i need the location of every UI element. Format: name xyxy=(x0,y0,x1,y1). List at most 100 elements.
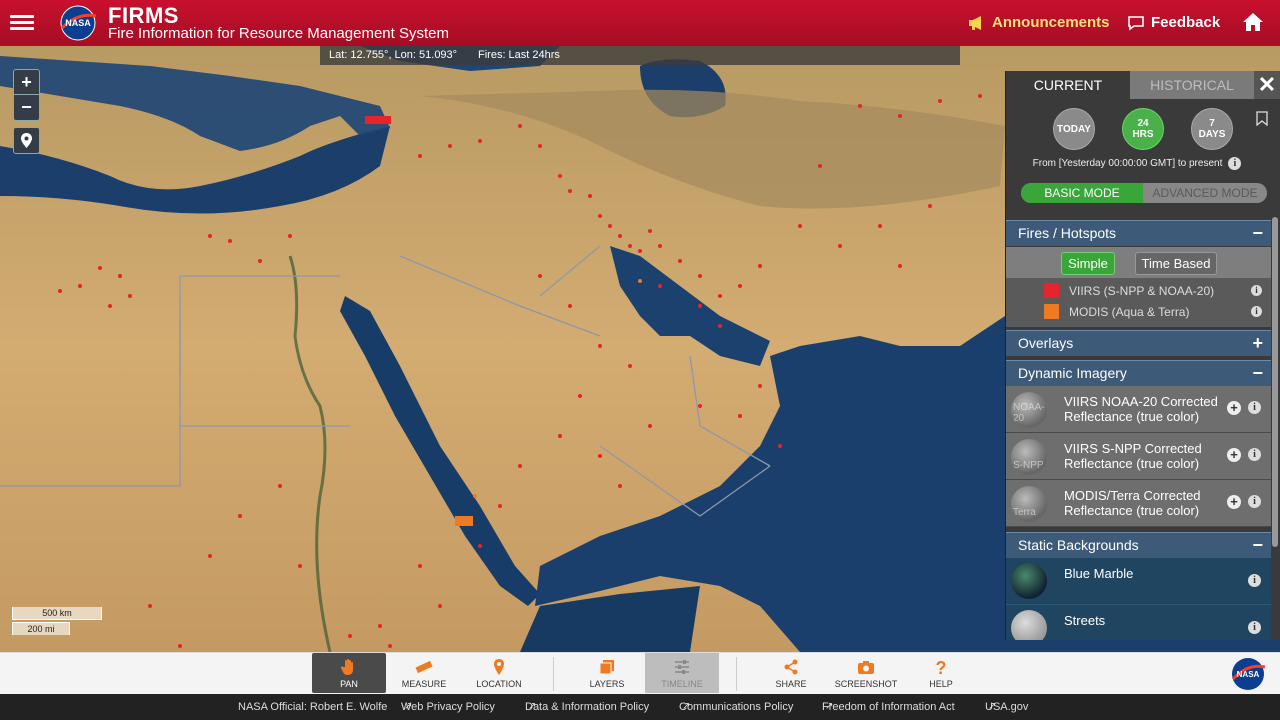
imagery-name: VIIRS NOAA-20 Corrected Reflectance (tru… xyxy=(1064,394,1218,424)
section-static-title: Static Backgrounds xyxy=(1018,537,1139,553)
modis-swatch xyxy=(1044,304,1059,319)
scale-mi: 200 mi xyxy=(12,622,70,635)
imagery-item[interactable]: S-NPP VIIRS S-NPP Corrected Reflectance … xyxy=(1006,433,1271,480)
map-pin-icon xyxy=(494,659,504,675)
info-icon[interactable]: i xyxy=(1248,401,1261,414)
tab-historical[interactable]: HISTORICAL xyxy=(1130,71,1254,99)
section-dynamic-imagery[interactable]: Dynamic Imagery − xyxy=(1006,360,1271,386)
section-overlays-title: Overlays xyxy=(1018,335,1074,351)
zoom-in-button[interactable]: + xyxy=(14,70,39,95)
screenshot-button[interactable]: SCREENSHOT xyxy=(829,653,903,693)
share-label: SHARE xyxy=(775,679,807,689)
home-icon[interactable] xyxy=(1241,11,1265,33)
pan-label: PAN xyxy=(340,679,358,689)
modis-label: MODIS (Aqua & Terra) xyxy=(1069,305,1190,319)
fires-section-body: Simple Time Based VIIRS (S-NPP & NOAA-20… xyxy=(1006,247,1271,327)
announcements-label: Announcements xyxy=(992,14,1110,31)
locate-button[interactable] xyxy=(13,127,40,154)
period-24hrs-button[interactable]: 24 HRS xyxy=(1122,108,1164,150)
zoom-out-button[interactable]: − xyxy=(14,95,39,120)
expand-icon[interactable]: + xyxy=(1252,331,1263,356)
info-icon[interactable]: i xyxy=(1248,495,1261,508)
period-today-button[interactable]: TODAY xyxy=(1053,108,1095,150)
timeline-button[interactable]: TIMELINE xyxy=(645,653,719,693)
page-footer: NASA Official: Robert E. Wolfe Web Priva… xyxy=(0,694,1280,720)
background-name: Streets xyxy=(1064,613,1106,628)
bottom-toolbar: PAN MEASURE LOCATION LAYERS TIMELINE SHA… xyxy=(0,652,1280,694)
background-name: Blue Marble xyxy=(1064,566,1134,581)
map-pin-icon xyxy=(21,133,32,148)
hand-icon xyxy=(340,659,353,675)
imagery-item[interactable]: NOAA-20 VIIRS NOAA-20 Corrected Reflecta… xyxy=(1006,386,1271,433)
nasa-official-text: NASA Official: Robert E. Wolfe xyxy=(238,701,388,713)
collapse-icon[interactable]: − xyxy=(1252,533,1263,558)
external-link-icon: ↗ xyxy=(528,701,537,712)
info-icon[interactable]: i xyxy=(1251,285,1262,296)
simple-button[interactable]: Simple xyxy=(1061,252,1115,275)
basic-mode-button[interactable]: BASIC MODE xyxy=(1021,183,1143,203)
measure-button[interactable]: MEASURE xyxy=(387,653,461,693)
section-static-backgrounds[interactable]: Static Backgrounds − xyxy=(1006,532,1271,558)
close-panel-button[interactable]: ✕ xyxy=(1256,73,1278,97)
imagery-name: MODIS/Terra Corrected Reflectance (true … xyxy=(1064,488,1201,518)
background-thumbnail xyxy=(1011,610,1047,640)
svg-text:NASA: NASA xyxy=(65,18,91,28)
camera-icon xyxy=(858,661,874,674)
layers-icon xyxy=(599,660,614,675)
layers-button[interactable]: LAYERS xyxy=(570,653,644,693)
date-range-text: From [Yesterday 00:00:00 GMT] to present… xyxy=(1006,157,1268,170)
nasa-meatball-logo: NASA xyxy=(1231,658,1266,690)
menu-icon[interactable] xyxy=(10,12,34,34)
bookmark-icon[interactable] xyxy=(1256,111,1268,126)
layers-label: LAYERS xyxy=(589,679,625,689)
latlon-readout: Lat: 12.755°, Lon: 51.093° xyxy=(329,49,458,61)
external-link-icon: ↗ xyxy=(404,701,413,712)
layers-panel: CURRENT HISTORICAL ✕ TODAY 24 HRS 7 DAYS F… xyxy=(1005,71,1280,640)
toolbar-divider xyxy=(736,657,737,691)
location-button[interactable]: LOCATION xyxy=(462,653,536,693)
section-fires-hotspots[interactable]: Fires / Hotspots − xyxy=(1006,220,1271,246)
tab-current[interactable]: CURRENT xyxy=(1006,71,1130,99)
svg-text:?: ? xyxy=(936,658,947,676)
background-item[interactable]: Streets i xyxy=(1006,605,1271,640)
viirs-swatch xyxy=(1044,283,1059,298)
share-button[interactable]: SHARE xyxy=(754,653,828,693)
info-icon[interactable]: i xyxy=(1251,306,1262,317)
advanced-mode-button[interactable]: ADVANCED MODE xyxy=(1143,183,1267,203)
background-item[interactable]: Blue Marble i xyxy=(1006,558,1271,605)
collapse-icon[interactable]: − xyxy=(1252,361,1263,386)
external-link-icon: ↗ xyxy=(682,701,691,712)
panel-scrollbar[interactable] xyxy=(1272,217,1278,547)
time-based-button[interactable]: Time Based xyxy=(1135,252,1217,275)
period-7days-button[interactable]: 7 DAYS xyxy=(1191,108,1233,150)
fires-period-readout: Fires: Last 24hrs xyxy=(478,49,560,61)
collapse-icon[interactable]: − xyxy=(1252,221,1263,246)
announcements-button[interactable]: Announcements xyxy=(968,14,1110,31)
info-icon[interactable]: i xyxy=(1228,157,1242,170)
toolbar-divider xyxy=(553,657,554,691)
app-subtitle: Fire Information for Resource Management… xyxy=(108,25,449,42)
timeline-label: TIMELINE xyxy=(661,679,703,689)
add-layer-icon[interactable]: + xyxy=(1227,495,1241,509)
period-24hrs-label: 24 HRS xyxy=(1132,118,1154,140)
info-icon[interactable]: i xyxy=(1248,574,1261,587)
help-button[interactable]: ? HELP xyxy=(904,653,978,693)
pan-button[interactable]: PAN xyxy=(312,653,386,693)
feedback-button[interactable]: Feedback xyxy=(1127,14,1220,31)
share-icon xyxy=(784,659,798,675)
scale-km: 500 km xyxy=(12,607,102,620)
add-layer-icon[interactable]: + xyxy=(1227,448,1241,462)
coordinate-readout: Lat: 12.755°, Lon: 51.093° Fires: Last 2… xyxy=(320,46,960,65)
imagery-item[interactable]: Terra MODIS/Terra Corrected Reflectance … xyxy=(1006,480,1271,527)
period-today-label: TODAY xyxy=(1057,123,1091,135)
mode-toggle[interactable]: BASIC MODE ADVANCED MODE xyxy=(1021,183,1267,203)
info-icon[interactable]: i xyxy=(1248,448,1261,461)
add-layer-icon[interactable]: + xyxy=(1227,401,1241,415)
section-overlays[interactable]: Overlays + xyxy=(1006,330,1271,356)
screenshot-label: SCREENSHOT xyxy=(834,679,898,689)
info-icon[interactable]: i xyxy=(1248,621,1261,634)
sliders-icon xyxy=(675,660,689,674)
fires-display-options: Simple Time Based xyxy=(1006,247,1271,278)
map-scale: 500 km 200 mi xyxy=(12,607,102,635)
external-link-icon: ↗ xyxy=(825,701,834,712)
